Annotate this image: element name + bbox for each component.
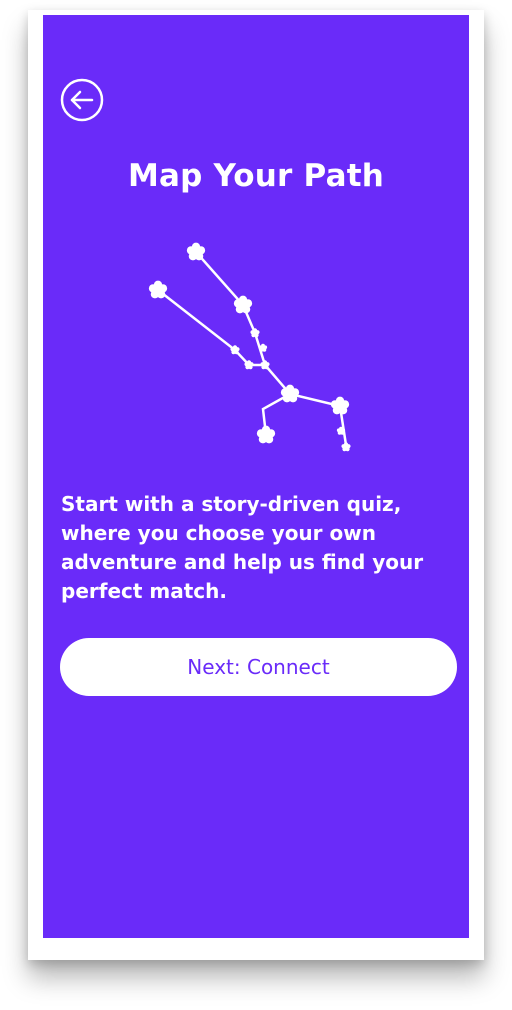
description-text: Start with a story-driven quiz, where yo… [61,492,424,603]
onboarding-screen: Map Your Path Start with a story-driven … [43,15,469,938]
constellation-icon [148,242,351,452]
next-connect-button[interactable]: Next: Connect [60,638,457,696]
